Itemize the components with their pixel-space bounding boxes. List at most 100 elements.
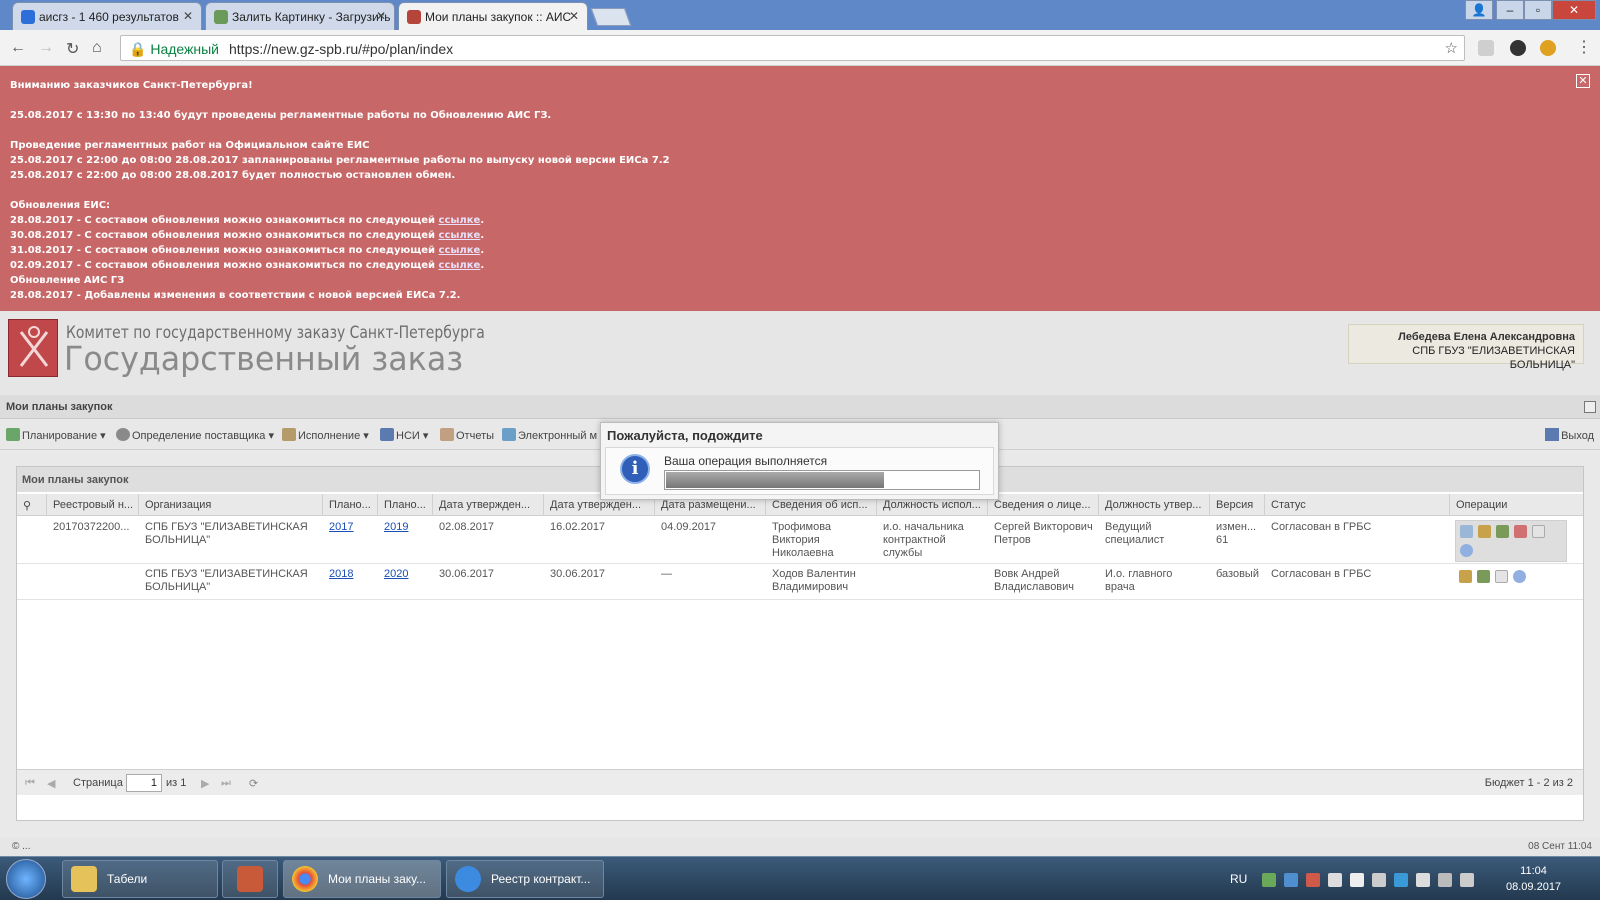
menu-supplier[interactable]: Определение поставщика ▾ xyxy=(116,428,274,442)
info-icon[interactable] xyxy=(1513,570,1526,583)
tray-icon[interactable] xyxy=(1328,873,1342,887)
tray-icon[interactable] xyxy=(1284,873,1298,887)
menu-reports[interactable]: Отчеты xyxy=(440,428,494,442)
edit-pencil-icon[interactable] xyxy=(1496,525,1509,538)
user-profile-button[interactable]: 👤 xyxy=(1465,0,1493,20)
column-header[interactable]: Дата утвержден... xyxy=(433,494,544,516)
table-row[interactable]: СПБ ГБУЗ "ЕЛИЗАВЕТИНСКАЯ БОЛЬНИЦА" 2018 … xyxy=(17,564,1583,600)
column-header[interactable]: Реестровый н... xyxy=(47,494,139,516)
close-icon[interactable]: ✕ xyxy=(183,9,193,23)
refresh-icon[interactable]: ⟳ xyxy=(249,777,258,790)
progress-bar xyxy=(664,470,980,490)
banner-update-line: 30.08.2017 - С составом обновления можно… xyxy=(10,230,485,241)
window-close-button[interactable]: ✕ xyxy=(1552,0,1596,20)
browser-tab-purchase-plans[interactable]: Мои планы закупок :: АИС ✕ xyxy=(398,2,588,30)
url-input[interactable]: 🔒 Надежный https://new.gz-spb.ru/#po/pla… xyxy=(120,35,1465,61)
plan-period-start[interactable]: 2017 xyxy=(323,521,378,534)
forward-arrow-icon[interactable]: → xyxy=(38,39,54,57)
menu-kebab-icon[interactable]: ⋮ xyxy=(1576,37,1592,57)
column-header[interactable]: Плано... xyxy=(378,494,433,516)
column-header[interactable]: Должность утвер... xyxy=(1099,494,1210,516)
column-header[interactable]: Сведения о лице... xyxy=(988,494,1099,516)
update-link[interactable]: ссылке xyxy=(439,260,481,271)
start-button[interactable] xyxy=(6,859,46,899)
page-icon[interactable] xyxy=(1495,570,1508,583)
version: базовый xyxy=(1216,568,1259,580)
document-icon[interactable] xyxy=(1460,525,1473,538)
language-indicator[interactable]: RU xyxy=(1230,872,1247,886)
coat-of-arms-logo[interactable] xyxy=(8,319,58,377)
close-icon[interactable]: ✕ xyxy=(569,9,579,23)
new-tab-button[interactable] xyxy=(590,8,632,26)
emblem-icon[interactable] xyxy=(1478,525,1491,538)
menu-nsi[interactable]: НСИ ▾ xyxy=(380,428,428,442)
banner-line: Проведение регламентных работ на Официал… xyxy=(10,140,370,151)
update-link[interactable]: ссылке xyxy=(439,215,481,226)
filter-icon[interactable]: ⚲ xyxy=(23,500,31,512)
column-header[interactable]: Версия xyxy=(1210,494,1265,516)
tray-icon[interactable] xyxy=(1394,873,1408,887)
system-clock[interactable]: 11:04 08.09.2017 xyxy=(1506,863,1561,895)
network-icon[interactable] xyxy=(1460,873,1474,887)
extension-icon[interactable] xyxy=(1478,40,1494,56)
info-icon[interactable] xyxy=(1460,544,1473,557)
menu-execution[interactable]: Исполнение ▾ xyxy=(282,428,369,442)
update-link[interactable]: ссылке xyxy=(439,230,481,241)
site-title: Государственный заказ xyxy=(64,339,464,378)
taskbar-item-chrome[interactable]: Мои планы заку... xyxy=(283,860,441,898)
bookmark-star-icon[interactable]: ☆ xyxy=(1445,39,1458,57)
browser-tab-search[interactable]: аисгз - 1 460 результатов ✕ xyxy=(12,2,202,30)
executor-info: Трофимова Виктория Николаевна xyxy=(772,521,834,559)
user-info[interactable]: Лебедева Елена Александровна СПБ ГБУЗ "Е… xyxy=(1348,324,1584,371)
secure-lock-label[interactable]: 🔒 Надежный xyxy=(129,41,219,58)
page-footer: © ... 08 Сент 11:04 xyxy=(0,838,1600,856)
edit-pencil-icon[interactable] xyxy=(1477,570,1490,583)
exit-button[interactable]: Выход xyxy=(1545,428,1594,442)
column-filter[interactable]: ⚲ xyxy=(17,494,47,516)
tray-icon[interactable] xyxy=(1306,873,1320,887)
column-header[interactable]: Операции xyxy=(1450,494,1584,516)
taskbar-item-app[interactable] xyxy=(222,860,278,898)
plan-period-end[interactable]: 2019 xyxy=(378,521,433,534)
tray-icon[interactable] xyxy=(1416,873,1430,887)
minimize-button[interactable]: – xyxy=(1496,0,1524,20)
dialog-message: Ваша операция выполняется xyxy=(664,454,828,468)
calendar-icon[interactable] xyxy=(1514,525,1527,538)
tray-icon[interactable] xyxy=(1262,873,1276,887)
taskbar-item-ie[interactable]: Реестр контракт... xyxy=(446,860,604,898)
update-link[interactable]: ссылке xyxy=(439,245,481,256)
back-arrow-icon[interactable]: ← xyxy=(10,39,26,57)
maximize-button[interactable]: ▫ xyxy=(1524,0,1552,20)
page-number-input[interactable]: 1 xyxy=(126,774,162,792)
tray-icon[interactable] xyxy=(1372,873,1386,887)
menu-planning[interactable]: Планирование ▾ xyxy=(6,428,106,442)
emblem-icon[interactable] xyxy=(1459,570,1472,583)
table-row[interactable]: 20170372200... СПБ ГБУЗ "ЕЛИЗАВЕТИНСКАЯ … xyxy=(17,517,1583,564)
windows-taskbar: Табели Мои планы заку... Реестр контракт… xyxy=(0,856,1600,900)
printer-icon[interactable] xyxy=(1438,873,1452,887)
banner-close-button[interactable]: ✕ xyxy=(1576,74,1590,88)
home-icon[interactable]: ⌂ xyxy=(92,39,102,57)
next-page-icon[interactable]: ▶ xyxy=(201,777,209,790)
collapse-icon[interactable] xyxy=(1584,401,1596,413)
placement-date: 04.09.2017 xyxy=(661,521,717,533)
approver-position: И.о. главного врача xyxy=(1105,568,1173,593)
close-icon[interactable]: ✕ xyxy=(376,9,386,23)
page-icon[interactable] xyxy=(1532,525,1545,538)
prev-page-icon[interactable]: ◀ xyxy=(47,777,55,790)
extension-badge-icon[interactable] xyxy=(1540,40,1556,56)
extension-star-icon[interactable] xyxy=(1510,40,1526,56)
plan-period-end[interactable]: 2020 xyxy=(378,568,433,581)
first-page-icon[interactable]: ⏮ xyxy=(25,777,35,790)
last-page-icon[interactable]: ⏭ xyxy=(221,777,231,790)
menu-electronic[interactable]: Электронный м xyxy=(502,428,597,442)
browser-tab-image-upload[interactable]: Залить Картинку - Загрузить ✕ xyxy=(205,2,395,30)
column-header[interactable]: Организация xyxy=(139,494,323,516)
reload-icon[interactable]: ↻ xyxy=(66,39,79,59)
column-header[interactable]: Плано... xyxy=(323,494,378,516)
taskbar-item-folder[interactable]: Табели xyxy=(62,860,218,898)
volume-icon[interactable] xyxy=(1350,873,1364,887)
url-text: https://new.gz-spb.ru/#po/plan/index xyxy=(229,41,454,57)
column-header[interactable]: Статус xyxy=(1265,494,1450,516)
plan-period-start[interactable]: 2018 xyxy=(323,568,378,581)
